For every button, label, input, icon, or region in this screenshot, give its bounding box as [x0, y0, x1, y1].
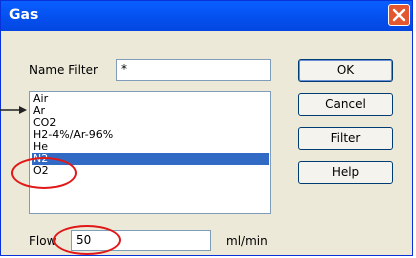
flow-unit-label: ml/min	[226, 234, 268, 248]
flow-label: Flow	[29, 234, 57, 248]
flow-input[interactable]: 50	[71, 230, 211, 251]
pointer-arrow-icon	[0, 106, 27, 114]
close-icon	[392, 8, 406, 22]
cancel-button[interactable]: Cancel	[298, 93, 393, 116]
gas-dialog: Gas Name Filter * Air Ar CO2 H2-4%/Ar-96…	[0, 0, 413, 256]
list-item[interactable]: He	[32, 141, 269, 153]
window-title: Gas	[9, 7, 39, 23]
list-item[interactable]: Air	[32, 93, 269, 105]
list-item[interactable]: H2-4%/Ar-96%	[32, 129, 269, 141]
help-button[interactable]: Help	[298, 161, 393, 184]
ok-button[interactable]: OK	[298, 59, 393, 82]
name-filter-input[interactable]: *	[116, 59, 271, 81]
list-item[interactable]: O2	[32, 165, 269, 177]
name-filter-label: Name Filter	[29, 63, 98, 77]
list-item[interactable]: Ar	[32, 105, 269, 117]
close-button[interactable]	[388, 4, 410, 26]
list-item-selected[interactable]: N2	[32, 153, 269, 165]
filter-button[interactable]: Filter	[298, 127, 393, 150]
gas-listbox[interactable]: Air Ar CO2 H2-4%/Ar-96% He N2 O2	[29, 91, 271, 214]
title-bar[interactable]: Gas	[1, 1, 412, 31]
